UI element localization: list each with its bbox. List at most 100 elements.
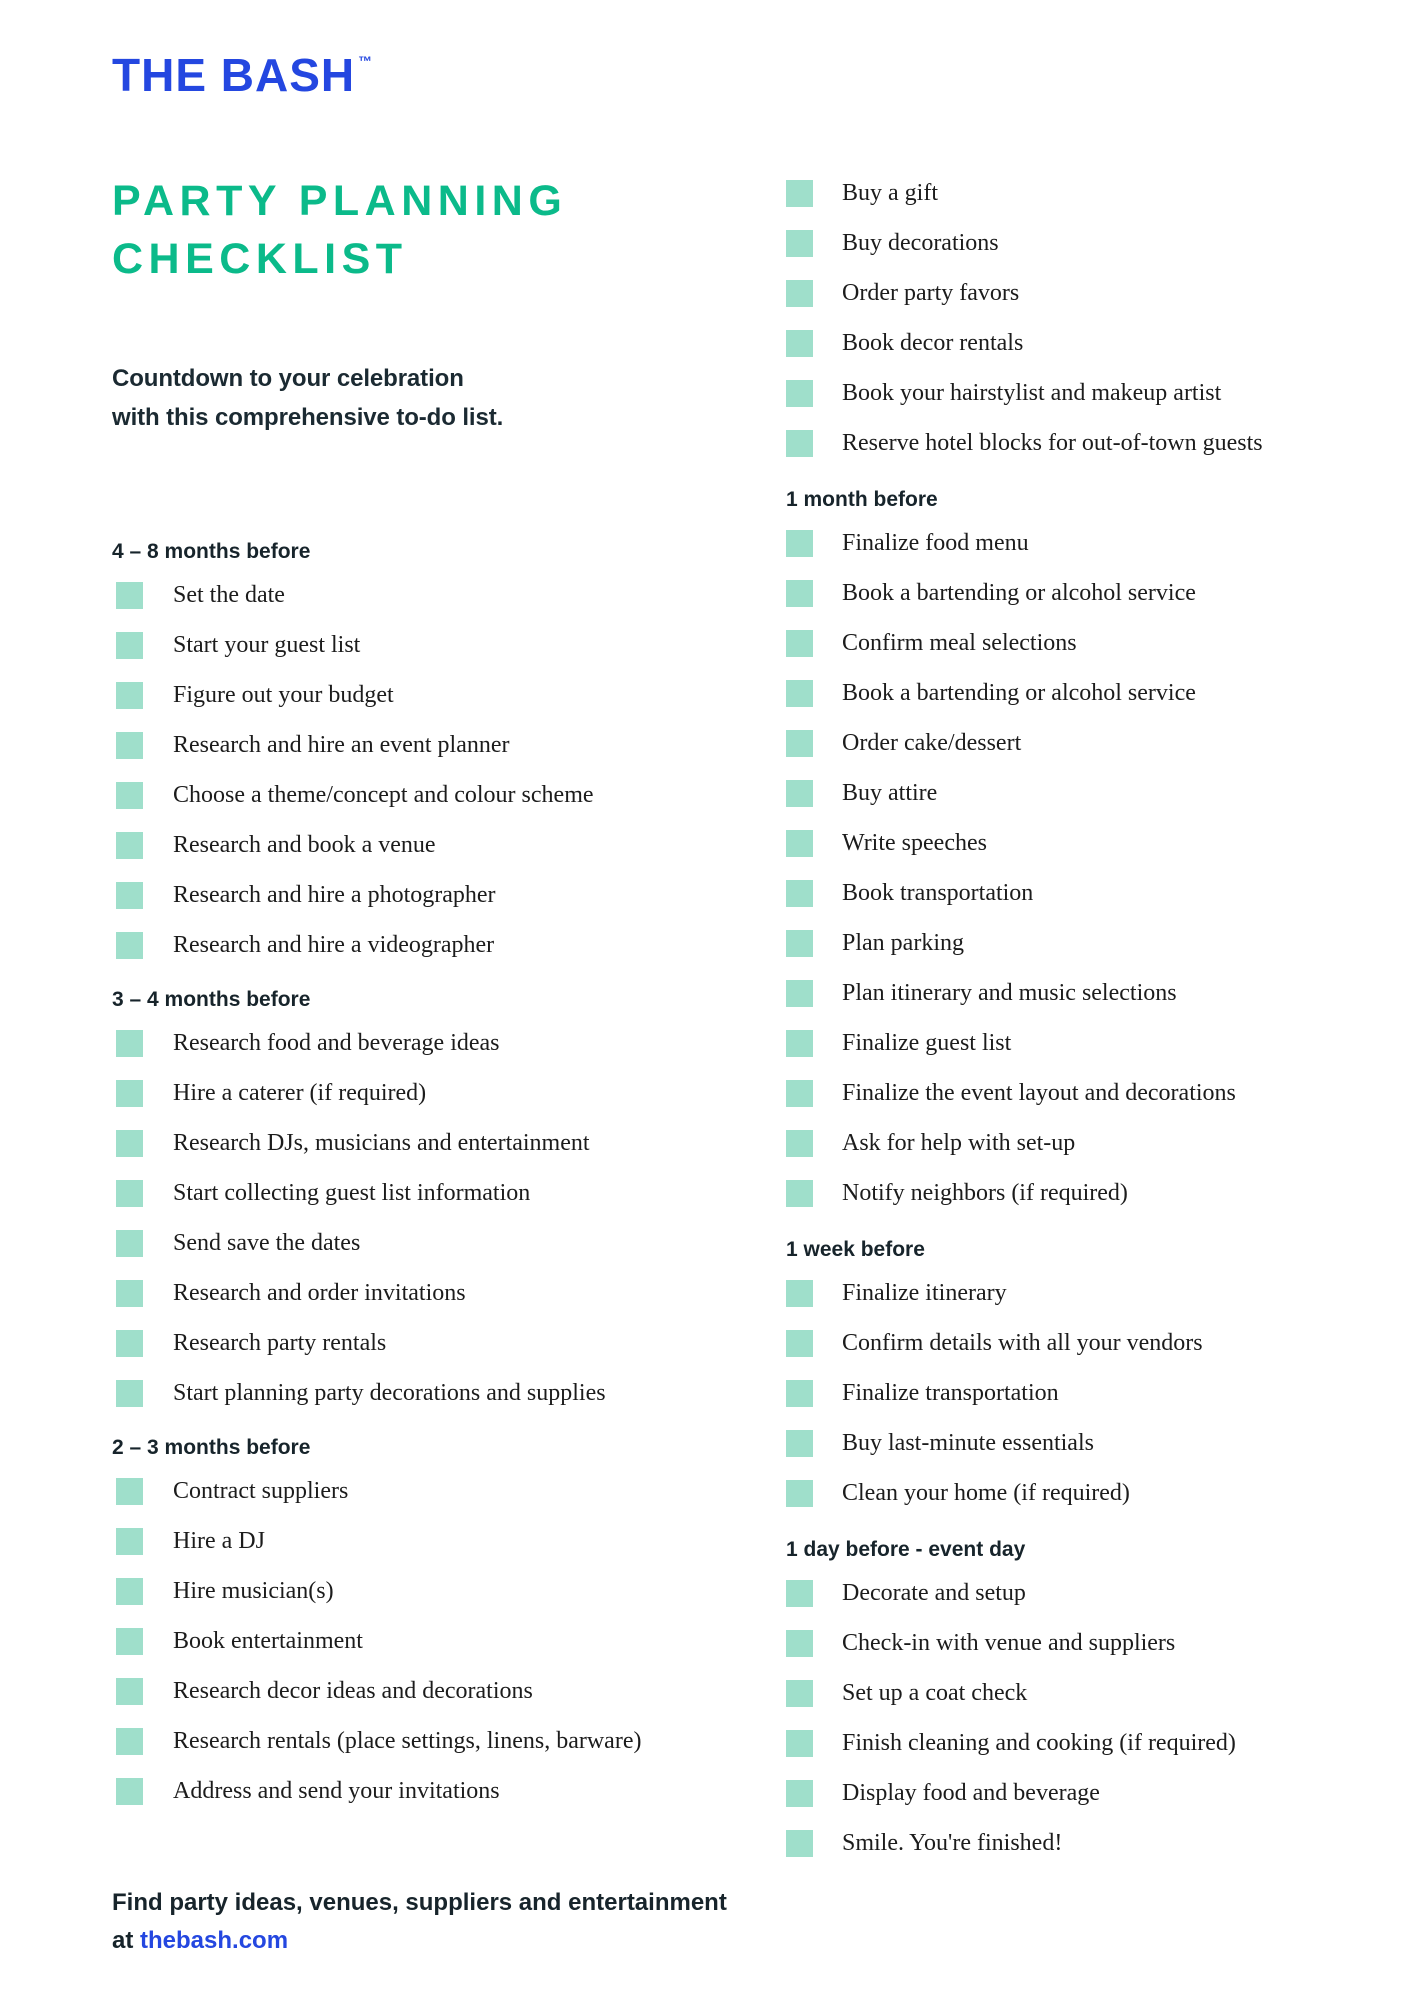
checkbox-icon[interactable]: [116, 1029, 143, 1057]
checklist-item[interactable]: Confirm meal selections: [786, 618, 1414, 668]
checkbox-icon[interactable]: [116, 1677, 143, 1705]
checklist-item[interactable]: Finalize food menu: [786, 518, 1414, 568]
checklist-item[interactable]: Book transportation: [786, 868, 1414, 918]
checkbox-icon[interactable]: [786, 579, 813, 607]
checkbox-icon[interactable]: [116, 1477, 143, 1505]
checklist-item[interactable]: Hire a DJ: [112, 1516, 752, 1566]
checkbox-icon[interactable]: [786, 829, 813, 857]
checkbox-icon[interactable]: [786, 1129, 813, 1157]
checkbox-icon[interactable]: [786, 1179, 813, 1207]
checklist-item[interactable]: Order party favors: [786, 268, 1414, 318]
checklist-item[interactable]: Book a bartending or alcohol service: [786, 568, 1414, 618]
checklist-item[interactable]: Finalize transportation: [786, 1368, 1414, 1418]
checklist-item[interactable]: Start your guest list: [112, 620, 752, 670]
checkbox-icon[interactable]: [786, 229, 813, 257]
checklist-item[interactable]: Choose a theme/concept and colour scheme: [112, 770, 752, 820]
checkbox-icon[interactable]: [786, 329, 813, 357]
thebash-link[interactable]: thebash.com: [140, 1927, 288, 1954]
checklist-item[interactable]: Ask for help with set-up: [786, 1118, 1414, 1168]
checklist-item[interactable]: Clean your home (if required): [786, 1468, 1414, 1518]
checklist-item[interactable]: Book decor rentals: [786, 318, 1414, 368]
checkbox-icon[interactable]: [116, 1627, 143, 1655]
checkbox-icon[interactable]: [116, 681, 143, 709]
checklist-item[interactable]: Research decor ideas and decorations: [112, 1666, 752, 1716]
checkbox-icon[interactable]: [786, 1029, 813, 1057]
checkbox-icon[interactable]: [786, 1579, 813, 1607]
checkbox-icon[interactable]: [786, 1479, 813, 1507]
checkbox-icon[interactable]: [116, 1279, 143, 1307]
checkbox-icon[interactable]: [786, 1829, 813, 1857]
checklist-item[interactable]: Research rentals (place settings, linens…: [112, 1716, 752, 1766]
checklist-item[interactable]: Buy attire: [786, 768, 1414, 818]
checkbox-icon[interactable]: [116, 1577, 143, 1605]
checkbox-icon[interactable]: [786, 1279, 813, 1307]
checkbox-icon[interactable]: [786, 279, 813, 307]
checklist-item[interactable]: Research and hire an event planner: [112, 720, 752, 770]
checkbox-icon[interactable]: [116, 1179, 143, 1207]
checkbox-icon[interactable]: [116, 881, 143, 909]
checklist-item[interactable]: Research and book a venue: [112, 820, 752, 870]
checklist-item[interactable]: Finish cleaning and cooking (if required…: [786, 1718, 1414, 1768]
checklist-item[interactable]: Smile. You're finished!: [786, 1818, 1414, 1868]
checklist-item[interactable]: Display food and beverage: [786, 1768, 1414, 1818]
checkbox-icon[interactable]: [786, 1679, 813, 1707]
checklist-item[interactable]: Decorate and setup: [786, 1568, 1414, 1618]
checklist-item[interactable]: Reserve hotel blocks for out-of-town gue…: [786, 418, 1414, 468]
checklist-item[interactable]: Buy a gift: [786, 168, 1414, 218]
checklist-item[interactable]: Research and order invitations: [112, 1268, 752, 1318]
checkbox-icon[interactable]: [786, 1429, 813, 1457]
checklist-item[interactable]: Buy decorations: [786, 218, 1414, 268]
checkbox-icon[interactable]: [786, 179, 813, 207]
checkbox-icon[interactable]: [116, 631, 143, 659]
checkbox-icon[interactable]: [786, 679, 813, 707]
checklist-item[interactable]: Finalize itinerary: [786, 1268, 1414, 1318]
checkbox-icon[interactable]: [786, 1729, 813, 1757]
checklist-item[interactable]: Hire musician(s): [112, 1566, 752, 1616]
checkbox-icon[interactable]: [116, 831, 143, 859]
checkbox-icon[interactable]: [786, 979, 813, 1007]
checklist-item[interactable]: Research and hire a videographer: [112, 920, 752, 970]
checklist-item[interactable]: Book entertainment: [112, 1616, 752, 1666]
checkbox-icon[interactable]: [786, 1329, 813, 1357]
checkbox-icon[interactable]: [786, 1629, 813, 1657]
checklist-item[interactable]: Plan itinerary and music selections: [786, 968, 1414, 1018]
checklist-item[interactable]: Hire a caterer (if required): [112, 1068, 752, 1118]
checklist-item[interactable]: Set the date: [112, 570, 752, 620]
checkbox-icon[interactable]: [786, 629, 813, 657]
checklist-item[interactable]: Set up a coat check: [786, 1668, 1414, 1718]
checklist-item[interactable]: Book a bartending or alcohol service: [786, 668, 1414, 718]
checkbox-icon[interactable]: [786, 1079, 813, 1107]
checklist-item[interactable]: Book your hairstylist and makeup artist: [786, 368, 1414, 418]
checkbox-icon[interactable]: [786, 1779, 813, 1807]
checklist-item[interactable]: Contract suppliers: [112, 1466, 752, 1516]
checklist-item[interactable]: Finalize guest list: [786, 1018, 1414, 1068]
checklist-item[interactable]: Buy last-minute essentials: [786, 1418, 1414, 1468]
checklist-item[interactable]: Finalize the event layout and decoration…: [786, 1068, 1414, 1118]
checklist-item[interactable]: Check-in with venue and suppliers: [786, 1618, 1414, 1668]
checklist-item[interactable]: Research DJs, musicians and entertainmen…: [112, 1118, 752, 1168]
checkbox-icon[interactable]: [786, 879, 813, 907]
checkbox-icon[interactable]: [116, 781, 143, 809]
checkbox-icon[interactable]: [116, 1329, 143, 1357]
checkbox-icon[interactable]: [786, 429, 813, 457]
checklist-item[interactable]: Start collecting guest list information: [112, 1168, 752, 1218]
checkbox-icon[interactable]: [786, 529, 813, 557]
checkbox-icon[interactable]: [116, 1379, 143, 1407]
checkbox-icon[interactable]: [786, 729, 813, 757]
checkbox-icon[interactable]: [116, 1079, 143, 1107]
checklist-item[interactable]: Notify neighbors (if required): [786, 1168, 1414, 1218]
checkbox-icon[interactable]: [786, 379, 813, 407]
checklist-item[interactable]: Research and hire a photographer: [112, 870, 752, 920]
checkbox-icon[interactable]: [116, 1129, 143, 1157]
checkbox-icon[interactable]: [116, 1727, 143, 1755]
checklist-item[interactable]: Write speeches: [786, 818, 1414, 868]
checklist-item[interactable]: Research party rentals: [112, 1318, 752, 1368]
checklist-item[interactable]: Address and send your invitations: [112, 1766, 752, 1816]
checklist-item[interactable]: Research food and beverage ideas: [112, 1018, 752, 1068]
checklist-item[interactable]: Order cake/dessert: [786, 718, 1414, 768]
checkbox-icon[interactable]: [116, 731, 143, 759]
checkbox-icon[interactable]: [786, 1379, 813, 1407]
checkbox-icon[interactable]: [116, 1777, 143, 1805]
checkbox-icon[interactable]: [116, 1229, 143, 1257]
checkbox-icon[interactable]: [116, 1527, 143, 1555]
